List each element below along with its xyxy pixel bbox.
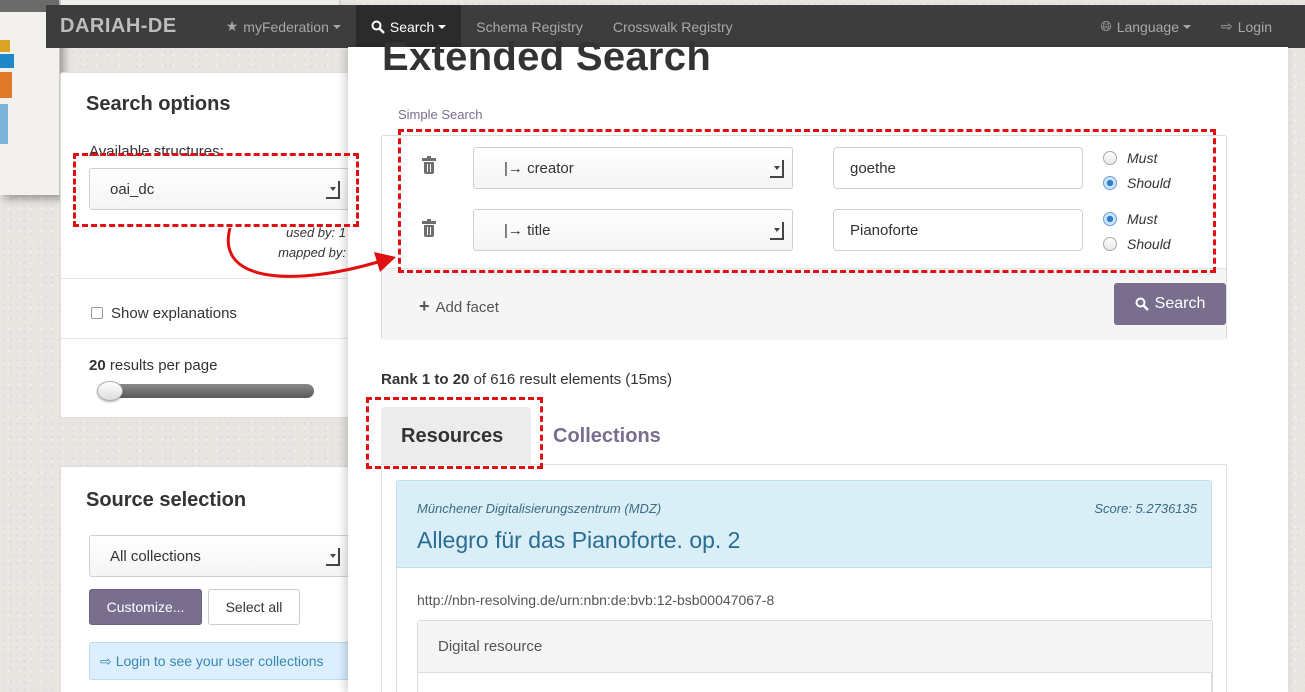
brand-logo[interactable]: DARIAH-DE: [60, 15, 177, 38]
login-icon: ⇨: [1221, 18, 1233, 34]
should-radio[interactable]: [1103, 237, 1117, 251]
available-structures-label: Available structures:: [89, 143, 224, 160]
facet-footer: [382, 268, 1226, 340]
digital-resource-panel: Digital resource: [417, 620, 1213, 692]
dropdown-arrow-icon: [326, 181, 340, 199]
must-label: Must: [1127, 211, 1158, 227]
search-button[interactable]: Search: [1114, 283, 1226, 325]
simple-search-link[interactable]: Simple Search: [398, 107, 483, 122]
select-all-button[interactable]: Select all: [208, 589, 300, 625]
facet-match-radios: Must Should: [1103, 148, 1171, 193]
search-icon: [1135, 297, 1149, 311]
show-explanations-option[interactable]: Show explanations: [91, 305, 237, 322]
tab-collections[interactable]: Collections: [533, 407, 681, 465]
show-explanations-label: Show explanations: [111, 305, 237, 322]
dropdown-arrow-icon: [770, 160, 784, 178]
nav-login-label: Login: [1237, 18, 1272, 35]
result-item-header: Münchener Digitalisierungszentrum (MDZ) …: [396, 480, 1212, 568]
structure-select[interactable]: oai_dc: [89, 168, 349, 210]
trash-icon[interactable]: [422, 156, 436, 174]
facet-box: |→ creator goethe Must Should |→ title P…: [381, 135, 1227, 340]
results-per-page-text: results per page: [105, 357, 218, 374]
result-tabs: Resources Collections: [381, 407, 1227, 465]
used-by-text: used by: 1: [286, 225, 346, 240]
dropdown-arrow-icon: [770, 222, 784, 240]
should-option[interactable]: Should: [1103, 234, 1171, 254]
caret-down-icon: [438, 24, 447, 29]
nav-my-federation[interactable]: ★ myFederation: [211, 5, 356, 48]
main-content: Extended Search Simple Search |→ creator…: [348, 35, 1288, 692]
tab-resources[interactable]: Resources: [381, 407, 531, 465]
facet-field-value: |→ title: [504, 221, 551, 239]
add-facet-label: Add facet: [435, 299, 499, 316]
facet-field-value: |→ creator: [504, 159, 574, 177]
plus-icon: +: [419, 296, 430, 316]
page-title: Extended Search: [382, 35, 712, 79]
result-rank-summary: Rank 1 to 20 of 616 result elements (15m…: [381, 371, 672, 388]
search-options-panel: Search options Available structures: oai…: [60, 72, 366, 418]
structure-select-value: oai_dc: [110, 180, 155, 198]
result-score: Score: 5.2736135: [1094, 501, 1197, 516]
trash-icon[interactable]: [422, 219, 436, 237]
login-info-text: Login to see your user collections: [115, 653, 324, 669]
rank-prefix: Rank: [381, 371, 422, 388]
facet-value-input[interactable]: goethe: [833, 147, 1083, 189]
results-slider-track[interactable]: [100, 384, 314, 398]
source-selection-panel: Source selection All collections Customi…: [60, 466, 379, 692]
result-item-body: http://nbn-resolving.de/urn:nbn:de:bvb:1…: [396, 568, 1213, 692]
facet-field-select[interactable]: |→ title: [473, 209, 793, 251]
search-options-title: Search options: [86, 93, 231, 115]
should-label: Should: [1127, 175, 1171, 191]
results-list: Münchener Digitalisierungszentrum (MDZ) …: [381, 464, 1227, 692]
caret-down-icon: [1183, 24, 1191, 29]
must-option[interactable]: Must: [1103, 148, 1171, 168]
nav-login[interactable]: ⇨ Login: [1206, 5, 1287, 48]
mapped-by-text: mapped by:: [278, 245, 346, 260]
nav-schema-registry-label: Schema Registry: [476, 18, 583, 35]
results-slider-handle[interactable]: [97, 381, 123, 401]
nav-my-federation-label: myFederation: [243, 18, 329, 35]
nav-language[interactable]: 🌐︎ Language: [1086, 5, 1207, 48]
customize-button[interactable]: Customize...: [89, 589, 202, 625]
rank-suffix: of 616 result elements (15ms): [469, 371, 672, 388]
collection-select[interactable]: All collections: [89, 535, 349, 577]
divider: [61, 278, 366, 279]
must-option[interactable]: Must: [1103, 209, 1171, 229]
should-label: Should: [1127, 236, 1171, 252]
search-button-label: Search: [1154, 295, 1206, 312]
divider: [61, 338, 366, 339]
result-url[interactable]: http://nbn-resolving.de/urn:nbn:de:bvb:1…: [417, 592, 774, 608]
result-title-link[interactable]: Allegro für das Pianoforte. op. 2: [417, 527, 740, 554]
digital-resource-heading[interactable]: Digital resource: [418, 621, 1212, 673]
facet-match-radios: Must Should: [1103, 209, 1171, 254]
nav-language-label: Language: [1116, 18, 1179, 35]
should-option[interactable]: Should: [1103, 173, 1171, 193]
search-icon: [371, 20, 385, 34]
caret-down-icon: [332, 24, 341, 29]
rank-range: 1 to 20: [421, 371, 470, 388]
collection-select-value: All collections: [110, 547, 201, 565]
structure-usage-info: used by: 1 mapped by:: [278, 223, 346, 263]
facet-field-select[interactable]: |→ creator: [473, 147, 793, 189]
star-icon: ★: [225, 18, 239, 34]
results-per-page-label: 20 results per page: [89, 357, 217, 374]
add-facet-button[interactable]: + Add facet: [419, 296, 499, 317]
must-radio[interactable]: [1103, 212, 1117, 226]
nav-search-label: Search: [389, 18, 435, 35]
facet-value-input[interactable]: Pianoforte: [833, 209, 1083, 251]
show-explanations-checkbox[interactable]: [91, 307, 103, 319]
results-count: 20: [89, 357, 106, 374]
must-radio[interactable]: [1103, 151, 1117, 165]
should-radio[interactable]: [1103, 176, 1117, 190]
dropdown-arrow-icon: [326, 548, 340, 566]
globe-icon: 🌐︎: [1100, 18, 1112, 34]
login-icon: ⇨: [100, 652, 112, 669]
source-selection-title: Source selection: [86, 489, 247, 511]
login-info-box[interactable]: ⇨ Login to see your user collections: [89, 642, 379, 680]
result-provider: Münchener Digitalisierungszentrum (MDZ): [417, 501, 662, 516]
must-label: Must: [1127, 150, 1158, 166]
nav-crosswalk-registry-label: Crosswalk Registry: [612, 18, 733, 35]
